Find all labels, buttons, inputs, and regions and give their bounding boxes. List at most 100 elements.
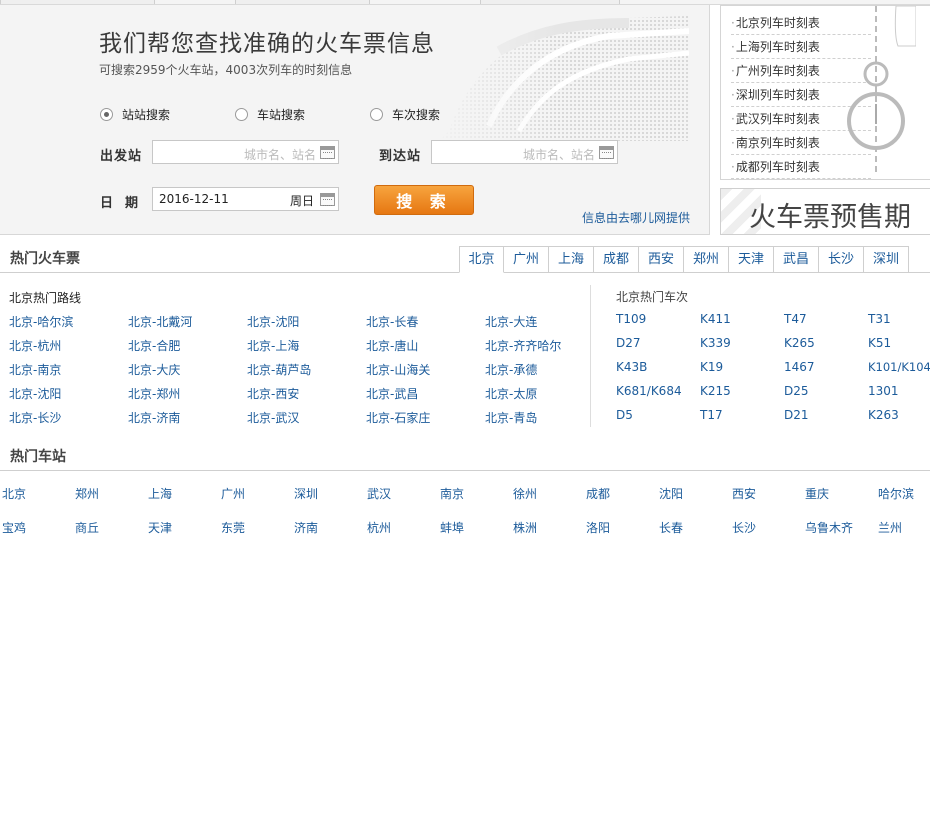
tab-beijing[interactable]: 北京 [459, 246, 504, 273]
calendar-icon[interactable] [320, 146, 335, 159]
station-link[interactable]: 乌鲁木齐 [805, 519, 853, 536]
radio-icon[interactable] [235, 107, 248, 121]
route-link[interactable]: 北京-合肥 [128, 337, 180, 354]
provider-link[interactable]: 信息由去哪儿网提供 [582, 209, 690, 226]
train-link[interactable]: 1301 [868, 384, 899, 398]
station-link[interactable]: 上海 [148, 485, 172, 502]
station-link[interactable]: 济南 [294, 519, 318, 536]
station-link[interactable]: 南京 [440, 485, 464, 502]
station-link[interactable]: 商丘 [75, 519, 99, 536]
train-link[interactable]: D21 [784, 408, 809, 422]
station-link[interactable]: 郑州 [75, 485, 99, 502]
route-link[interactable]: 北京-太原 [485, 385, 537, 402]
route-link[interactable]: 北京-齐齐哈尔 [485, 337, 561, 354]
route-link[interactable]: 北京-大庆 [128, 361, 180, 378]
route-link[interactable]: 北京-沈阳 [9, 385, 61, 402]
station-link[interactable]: 长沙 [732, 519, 756, 536]
train-link[interactable]: K19 [700, 360, 723, 374]
route-link[interactable]: 北京-郑州 [128, 385, 180, 402]
station-link[interactable]: 蚌埠 [440, 519, 464, 536]
column-divider [590, 285, 591, 427]
route-link[interactable]: 北京-上海 [247, 337, 299, 354]
station-link[interactable]: 哈尔滨 [878, 485, 914, 502]
station-link[interactable]: 西安 [732, 485, 756, 502]
route-link[interactable]: 北京-杭州 [9, 337, 61, 354]
mode-train-number[interactable]: 车次搜索 [370, 105, 440, 123]
station-link[interactable]: 成都 [586, 485, 610, 502]
station-link[interactable]: 洛阳 [586, 519, 610, 536]
station-link[interactable]: 株洲 [513, 519, 537, 536]
tab-changsha[interactable]: 长沙 [819, 246, 864, 273]
train-link[interactable]: T17 [700, 408, 723, 422]
train-link[interactable]: D25 [784, 384, 809, 398]
train-illustration [429, 11, 689, 141]
route-link[interactable]: 北京-沈阳 [247, 313, 299, 330]
route-link[interactable]: 北京-南京 [9, 361, 61, 378]
route-link[interactable]: 北京-葫芦岛 [247, 361, 311, 378]
from-station-input[interactable]: 城市名、站名 [152, 140, 339, 164]
train-link[interactable]: T31 [868, 312, 891, 326]
tab-guangzhou[interactable]: 广州 [504, 246, 549, 273]
tab-wuchang[interactable]: 武昌 [774, 246, 819, 273]
train-link[interactable]: D27 [616, 336, 641, 350]
route-link[interactable]: 北京-武昌 [366, 385, 418, 402]
route-link[interactable]: 北京-哈尔滨 [9, 313, 73, 330]
station-link[interactable]: 重庆 [805, 485, 829, 502]
train-link[interactable]: T109 [616, 312, 646, 326]
tab-shanghai[interactable]: 上海 [549, 246, 594, 273]
train-link[interactable]: K681/K684 [616, 384, 682, 398]
search-panel: 我们帮您查找准确的火车票信息 可搜索2959个火车站，4003次列车的时刻信息 … [0, 5, 710, 235]
station-link[interactable]: 杭州 [367, 519, 391, 536]
route-link[interactable]: 北京-北戴河 [128, 313, 192, 330]
tab-tianjin[interactable]: 天津 [729, 246, 774, 273]
route-link[interactable]: 北京-大连 [485, 313, 537, 330]
route-link[interactable]: 北京-济南 [128, 409, 180, 426]
route-link[interactable]: 北京-石家庄 [366, 409, 430, 426]
train-link[interactable]: K263 [868, 408, 899, 422]
train-link[interactable]: K339 [700, 336, 731, 350]
train-link[interactable]: K411 [700, 312, 731, 326]
train-link[interactable]: T47 [784, 312, 807, 326]
train-link[interactable]: K51 [868, 336, 891, 350]
search-button[interactable]: 搜 索 [374, 185, 474, 215]
tab-zhengzhou[interactable]: 郑州 [684, 246, 729, 273]
train-link[interactable]: D5 [616, 408, 633, 422]
train-link[interactable]: K215 [700, 384, 731, 398]
station-link[interactable]: 兰州 [878, 519, 902, 536]
calendar-icon[interactable] [599, 146, 614, 159]
route-link[interactable]: 北京-青岛 [485, 409, 537, 426]
station-link[interactable]: 沈阳 [659, 485, 683, 502]
station-link[interactable]: 深圳 [294, 485, 318, 502]
train-link[interactable]: 1467 [784, 360, 815, 374]
radio-icon[interactable] [100, 107, 113, 121]
station-link[interactable]: 天津 [148, 519, 172, 536]
route-link[interactable]: 北京-长沙 [9, 409, 61, 426]
route-link[interactable]: 北京-承德 [485, 361, 537, 378]
radio-icon[interactable] [370, 107, 383, 121]
train-link[interactable]: K43B [616, 360, 647, 374]
tab-shenzhen[interactable]: 深圳 [864, 246, 909, 273]
tab-chengdu[interactable]: 成都 [594, 246, 639, 273]
station-link[interactable]: 徐州 [513, 485, 537, 502]
station-link[interactable]: 武汉 [367, 485, 391, 502]
station-link[interactable]: 长春 [659, 519, 683, 536]
calendar-icon[interactable] [320, 193, 335, 206]
station-link[interactable]: 广州 [221, 485, 245, 502]
train-link[interactable]: K265 [784, 336, 815, 350]
route-link[interactable]: 北京-长春 [366, 313, 418, 330]
mode-station[interactable]: 车站搜索 [235, 105, 305, 123]
to-station-input[interactable]: 城市名、站名 [431, 140, 618, 164]
date-input[interactable]: 2016-12-11 周日 [152, 187, 339, 211]
tab-xian[interactable]: 西安 [639, 246, 684, 273]
station-link[interactable]: 东莞 [221, 519, 245, 536]
station-link[interactable]: 宝鸡 [2, 519, 26, 536]
mode-station-to-station[interactable]: 站站搜索 [100, 105, 170, 123]
train-link[interactable]: K101/K104 [868, 360, 930, 374]
presale-banner[interactable]: 火车票预售期 [720, 188, 930, 235]
route-link[interactable]: 北京-唐山 [366, 337, 418, 354]
route-link[interactable]: 北京-武汉 [247, 409, 299, 426]
route-link[interactable]: 北京-西安 [247, 385, 299, 402]
route-link[interactable]: 北京-山海关 [366, 361, 430, 378]
station-link[interactable]: 北京 [2, 485, 26, 502]
hot-stations-title: 热门车站 [10, 449, 66, 465]
